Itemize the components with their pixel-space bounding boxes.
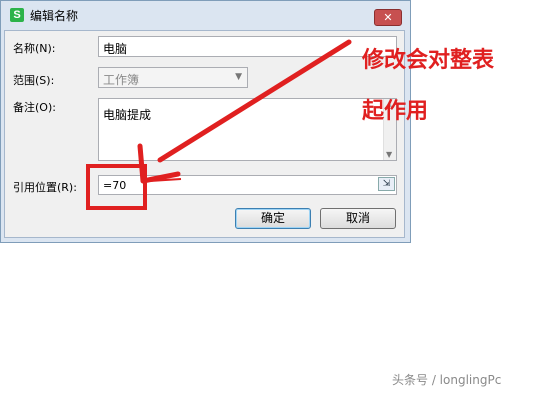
watermark: 头条号 / longlingPc	[392, 373, 502, 387]
annotation-line-1: 修改会对整表	[362, 48, 495, 73]
annotation-line-2: 起作用	[362, 99, 429, 124]
highlight-box	[86, 164, 147, 210]
